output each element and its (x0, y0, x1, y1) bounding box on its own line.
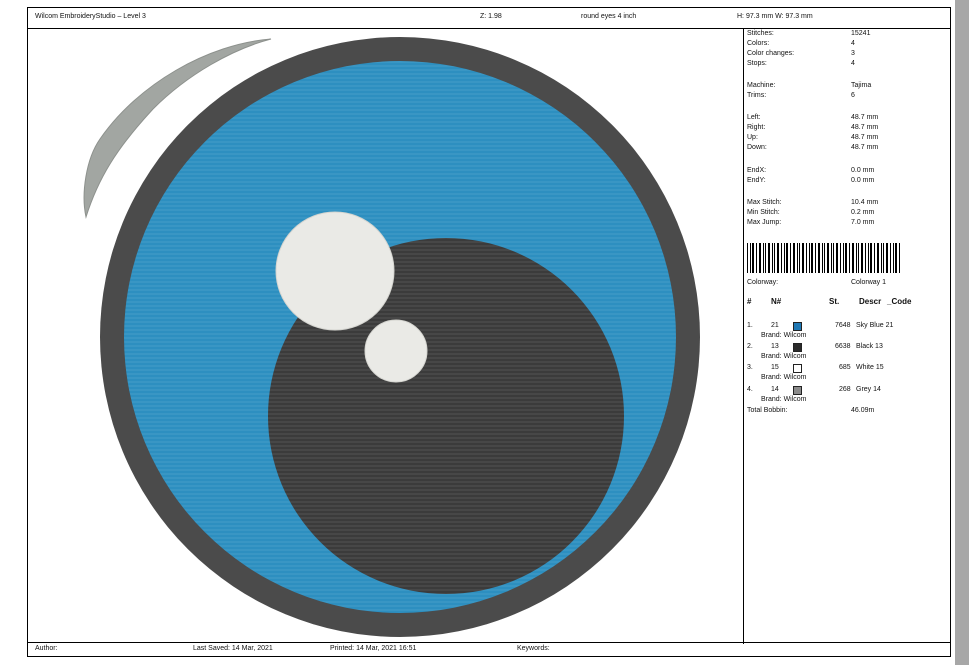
keywords-label: Keywords: (517, 645, 550, 652)
info-colors: Colors: 4 (747, 40, 855, 47)
printed-date: Printed: 14 Mar, 2021 16:51 (330, 645, 417, 652)
info-stops: Stops: 4 (747, 60, 855, 67)
col-header-code: _Code (887, 297, 912, 306)
info-endy: EndY: 0.0 mm (747, 177, 875, 184)
last-saved: Last Saved: 14 Mar, 2021 (193, 645, 273, 652)
info-color-changes: Color changes: 3 (747, 50, 855, 57)
info-trims: Trims: 6 (747, 92, 855, 99)
app-title: Wilcom EmbroideryStudio – Level 3 (35, 13, 146, 20)
author-label: Author: (35, 645, 58, 652)
color-row: 3. 15 685 White 15 Brand: Wilcom (747, 364, 884, 381)
design-dimensions: H: 97.3 mm W: 97.3 mm (737, 13, 813, 20)
info-down: Down: 48.7 mm (747, 144, 879, 151)
col-header-description: Descr (859, 297, 882, 306)
design-info-panel: Stitches: 15241 Colors: 4 Color changes: 3 … (744, 29, 950, 644)
info-up: Up: 48.7 mm (747, 134, 879, 141)
col-header-index: # (747, 297, 752, 306)
window-scroll-strip[interactable] (955, 0, 969, 665)
col-header-number: N# (771, 297, 782, 306)
design-canvas[interactable] (28, 29, 744, 644)
info-min-stitch: Min Stitch: 0.2 mm (747, 209, 875, 216)
color-swatch (793, 343, 802, 352)
info-endx: EndX: 0.0 mm (747, 167, 875, 174)
design-name: round eyes 4 inch (581, 13, 637, 20)
large-white-highlight (275, 211, 395, 331)
header-bar: Wilcom EmbroideryStudio – Level 3 Z: 1.9… (28, 8, 950, 29)
small-white-highlight (364, 319, 428, 383)
footer-bar: Author: Last Saved: 14 Mar, 2021 Printed… (28, 642, 950, 656)
total-bobbin: Total Bobbin: 46.09m (747, 407, 875, 414)
color-swatch (793, 322, 802, 331)
color-row: 4. 14 268 Grey 14 Brand: Wilcom (747, 386, 881, 403)
color-row: 2. 13 6638 Black 13 Brand: Wilcom (747, 343, 883, 360)
print-sheet-frame: Wilcom EmbroideryStudio – Level 3 Z: 1.9… (27, 7, 951, 657)
embroidery-design (83, 37, 700, 637)
info-left: Left: 48.7 mm (747, 114, 879, 121)
color-swatch (793, 386, 802, 395)
info-colorway: Colorway: Colorway 1 (747, 279, 887, 286)
color-swatch (793, 364, 802, 373)
col-header-stitches: St. (829, 297, 840, 306)
color-row: 1. 21 7648 Sky Blue 21 Brand: Wilcom (747, 322, 894, 339)
info-stitches: Stitches: 15241 (747, 30, 871, 37)
info-max-jump: Max Jump: 7.0 mm (747, 219, 875, 226)
barcode-icon (747, 243, 900, 273)
info-machine: Machine: Tajima (747, 82, 872, 89)
info-max-stitch: Max Stitch: 10.4 mm (747, 199, 879, 206)
zoom-level: Z: 1.98 (480, 13, 502, 20)
info-right: Right: 48.7 mm (747, 124, 879, 131)
print-preview-page: Wilcom EmbroideryStudio – Level 3 Z: 1.9… (0, 0, 969, 665)
